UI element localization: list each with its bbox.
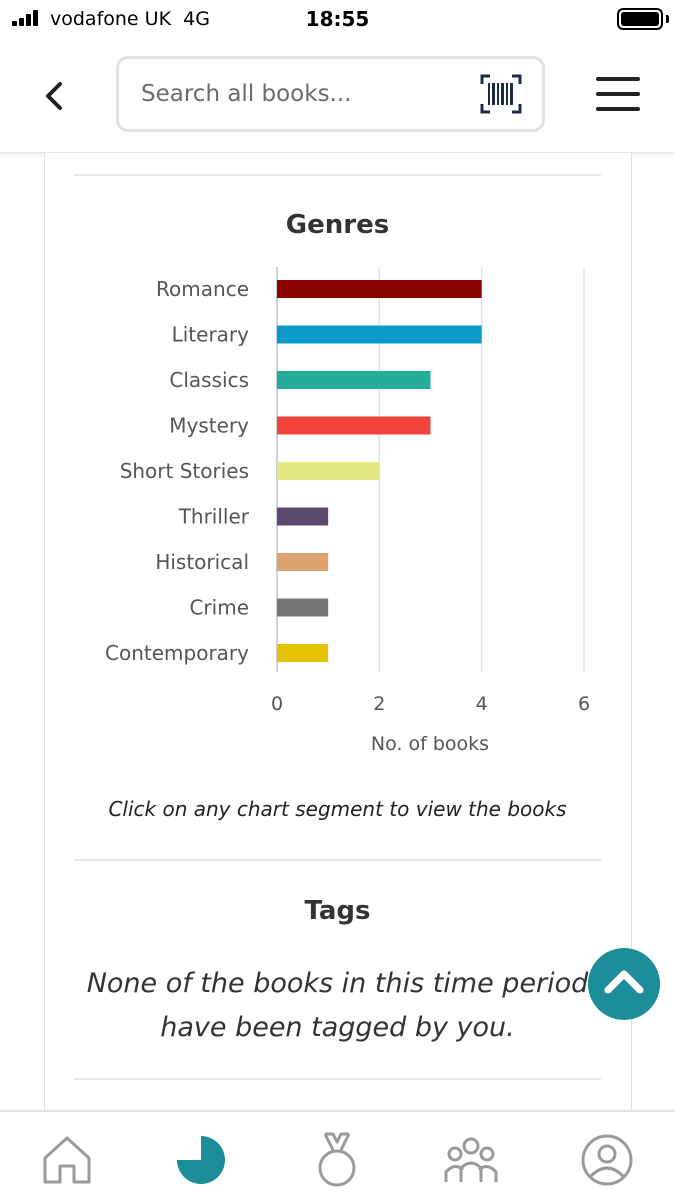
nav-challenges[interactable] bbox=[307, 1130, 367, 1190]
back-button[interactable] bbox=[36, 76, 76, 116]
search-box[interactable] bbox=[116, 56, 545, 132]
chart-bar[interactable] bbox=[277, 462, 380, 480]
status-bar: vodafone UK 4G 18:55 bbox=[0, 0, 675, 40]
chart-x-axis-title: No. of books bbox=[371, 733, 489, 755]
barcode-scan-button[interactable] bbox=[480, 74, 522, 114]
nav-community[interactable] bbox=[441, 1130, 501, 1190]
chart-bar[interactable] bbox=[277, 507, 329, 526]
battery-icon bbox=[617, 8, 663, 30]
search-input[interactable] bbox=[141, 59, 461, 129]
chart-bar[interactable] bbox=[277, 371, 431, 389]
tags-empty-message: None of the books in this time period ha… bbox=[86, 968, 589, 1043]
chart-bar[interactable] bbox=[277, 553, 329, 571]
chart-category-label: Crime bbox=[189, 596, 249, 620]
menu-button[interactable] bbox=[596, 76, 640, 112]
section-divider bbox=[74, 859, 601, 861]
battery-tip bbox=[666, 15, 669, 23]
status-time: 18:55 bbox=[305, 7, 370, 31]
chart-category-label: Contemporary bbox=[105, 641, 249, 665]
chart-bar[interactable] bbox=[277, 280, 482, 298]
chart-bar[interactable] bbox=[277, 416, 431, 435]
chart-category-label: Short Stories bbox=[120, 459, 249, 483]
chevron-left-icon bbox=[46, 82, 62, 110]
nav-stats[interactable] bbox=[171, 1130, 231, 1190]
chart-category-label: Mystery bbox=[169, 414, 249, 438]
tags-title: Tags bbox=[304, 896, 371, 926]
chart-bar[interactable] bbox=[277, 325, 482, 344]
bottom-nav bbox=[0, 1110, 675, 1200]
chart-tick-label: 4 bbox=[476, 693, 488, 715]
chart-tick-label: 0 bbox=[271, 693, 283, 715]
scroll-to-top-button[interactable] bbox=[588, 948, 660, 1020]
home-icon bbox=[43, 1136, 91, 1184]
genres-bar-chart: Romance Literary Classics Mystery Short Stor… bbox=[105, 267, 590, 755]
section-divider bbox=[74, 1078, 601, 1080]
medal-icon bbox=[318, 1132, 356, 1187]
stats-pie-icon bbox=[177, 1136, 225, 1184]
hamburger-menu-icon bbox=[596, 77, 640, 111]
community-icon bbox=[444, 1137, 498, 1182]
barcode-icon bbox=[480, 74, 522, 114]
genres-title: Genres bbox=[285, 210, 390, 240]
chevron-up-icon bbox=[604, 970, 644, 994]
chart-bar[interactable] bbox=[277, 598, 329, 617]
chart-bar[interactable] bbox=[277, 644, 329, 662]
chart-instruction: Click on any chart segment to view the b… bbox=[108, 797, 567, 821]
chart-tick-label: 6 bbox=[578, 693, 590, 715]
section-divider bbox=[74, 174, 601, 176]
nav-home[interactable] bbox=[37, 1130, 97, 1190]
chart-category-label: Literary bbox=[172, 323, 250, 347]
nav-profile[interactable] bbox=[577, 1130, 637, 1190]
app-header bbox=[0, 40, 675, 153]
chart-category-label: Thriller bbox=[178, 505, 250, 529]
profile-icon bbox=[581, 1134, 633, 1186]
chart-category-label: Romance bbox=[156, 277, 249, 301]
chart-category-label: Classics bbox=[169, 368, 249, 392]
chart-category-label: Historical bbox=[155, 550, 249, 574]
chart-tick-label: 2 bbox=[373, 693, 385, 715]
